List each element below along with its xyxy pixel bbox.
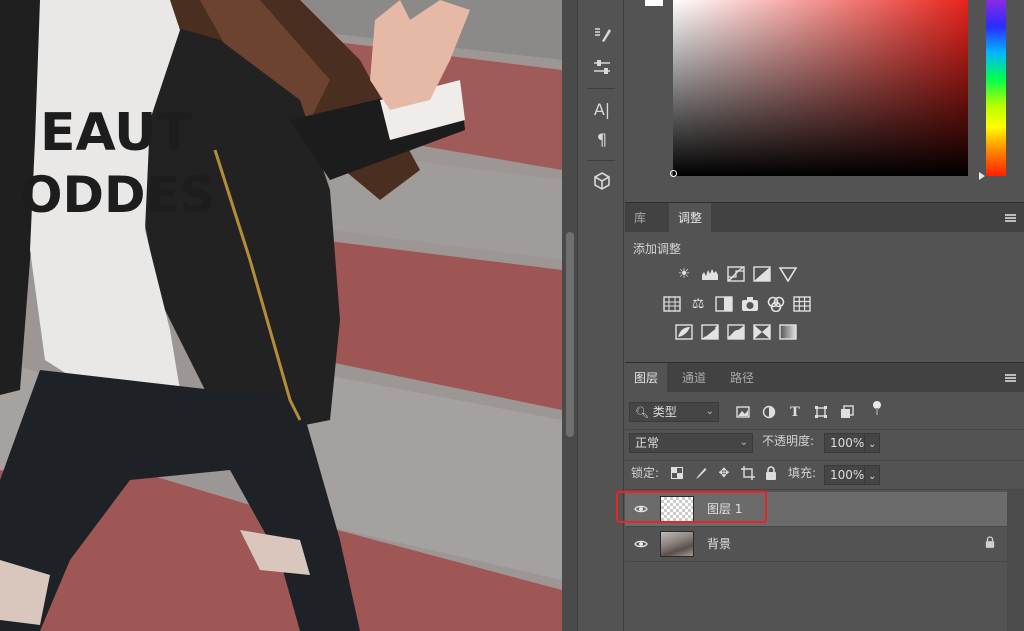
black-white-icon[interactable]	[715, 296, 733, 312]
hue-saturation-icon[interactable]	[663, 296, 681, 312]
color-balance-icon[interactable]: ⚖	[689, 296, 707, 312]
fill-label: 填充:	[788, 466, 817, 480]
layer-filter-select[interactable]: 🔍︎ 类型 ⌄	[629, 402, 719, 422]
search-icon: 🔍︎	[635, 406, 649, 419]
filter-toggle-icon[interactable]	[869, 400, 885, 416]
toolstrip-divider	[587, 88, 615, 89]
opacity-label: 不透明度:	[762, 434, 815, 448]
canvas-photo: EAUT ODDES	[0, 0, 562, 631]
chevron-down-icon: ⌄	[868, 471, 877, 482]
hue-slider-marker[interactable]	[979, 172, 985, 180]
pixel-layer-filter-icon[interactable]	[735, 404, 751, 420]
layer-highlight-annotation	[616, 491, 767, 523]
document-canvas[interactable]: EAUT ODDES	[0, 0, 562, 631]
visibility-eye-icon[interactable]	[634, 537, 648, 551]
exposure-icon[interactable]	[753, 266, 771, 282]
tab-channels[interactable]: 通道	[673, 363, 715, 393]
layer-thumbnail	[660, 531, 694, 557]
posterize-icon[interactable]	[701, 324, 719, 340]
tab-layers[interactable]: 图层	[625, 363, 668, 393]
photo-filter-icon[interactable]	[741, 296, 759, 312]
levels-icon[interactable]	[701, 266, 719, 282]
blend-mode-select[interactable]: 正常 ⌄	[629, 433, 753, 453]
divider	[625, 561, 1007, 562]
character-icon[interactable]: A|	[588, 96, 616, 122]
divider	[625, 489, 1024, 490]
type-layer-filter-icon[interactable]: T	[787, 404, 803, 420]
invert-icon[interactable]	[675, 324, 693, 340]
lock-position-icon[interactable]: ✥	[716, 465, 732, 481]
lock-transparent-pixels-icon[interactable]	[669, 465, 685, 481]
layer-name[interactable]: 背景	[707, 535, 731, 552]
tab-adjustments[interactable]: 调整	[669, 203, 712, 233]
panel-menu-icon[interactable]	[1005, 374, 1016, 382]
adjustments-panel-header: 库 调整	[625, 202, 1024, 233]
vibrance-icon[interactable]	[779, 266, 797, 282]
lock-label: 锁定:	[631, 466, 660, 480]
shirt-text-2: ODDES	[20, 166, 216, 224]
divider	[625, 429, 1024, 430]
color-lookup-icon[interactable]	[793, 296, 811, 312]
threshold-icon[interactable]	[727, 324, 745, 340]
channel-mixer-icon[interactable]	[767, 296, 785, 312]
lock-image-pixels-icon[interactable]	[693, 465, 709, 481]
panel-icon-strip: A| ¶	[577, 0, 624, 631]
adjustment-layer-filter-icon[interactable]	[761, 404, 777, 420]
opacity-input[interactable]: 100%	[824, 433, 864, 453]
smart-object-filter-icon[interactable]	[839, 404, 855, 420]
tab-libraries[interactable]: 库	[625, 203, 655, 233]
fill-dropdown[interactable]: ⌄	[864, 465, 880, 485]
paragraph-icon[interactable]: ¶	[588, 126, 616, 152]
chevron-down-icon: ⌄	[705, 406, 714, 417]
adjustments-panel-body: 添加调整 ☀ ⚖	[625, 232, 1024, 360]
fill-input[interactable]: 100%	[824, 465, 864, 485]
curves-icon[interactable]	[727, 266, 745, 282]
divider	[625, 460, 1024, 461]
3d-cube-icon[interactable]	[588, 168, 616, 194]
toolstrip-divider	[587, 160, 615, 161]
color-field-marker[interactable]	[670, 170, 677, 177]
brush-settings-icon[interactable]	[588, 22, 616, 48]
layer-row[interactable]: 背景	[625, 527, 1007, 561]
tab-paths[interactable]: 路径	[721, 363, 763, 393]
gradient-map-icon[interactable]	[779, 324, 797, 340]
layers-panel-header: 图层 通道 路径	[625, 362, 1024, 393]
chevron-down-icon: ⌄	[868, 439, 877, 450]
chevron-down-icon: ⌄	[739, 437, 748, 448]
panel-menu-icon[interactable]	[1005, 214, 1016, 222]
color-panel	[625, 0, 1024, 200]
hue-slider[interactable]	[986, 0, 1006, 176]
layers-scrollbar[interactable]	[1007, 489, 1024, 631]
brightness-contrast-icon[interactable]: ☀	[675, 266, 693, 282]
add-adjustment-title: 添加调整	[633, 242, 682, 256]
shape-layer-filter-icon[interactable]	[813, 404, 829, 420]
shirt-text-1: EAUT	[40, 103, 192, 163]
blend-mode-value: 正常	[635, 436, 660, 450]
adjust-sliders-icon[interactable]	[588, 54, 616, 80]
lock-artboard-icon[interactable]	[740, 465, 756, 481]
canvas-scroll-thumb[interactable]	[566, 232, 574, 437]
foreground-color-swatch[interactable]	[645, 0, 663, 6]
selective-color-icon[interactable]	[753, 324, 771, 340]
layer-filter-label: 类型	[652, 405, 677, 419]
color-saturation-field[interactable]	[673, 0, 968, 176]
opacity-dropdown[interactable]: ⌄	[864, 433, 880, 453]
layer-lock-icon[interactable]	[985, 536, 995, 551]
lock-all-icon[interactable]	[763, 465, 779, 481]
